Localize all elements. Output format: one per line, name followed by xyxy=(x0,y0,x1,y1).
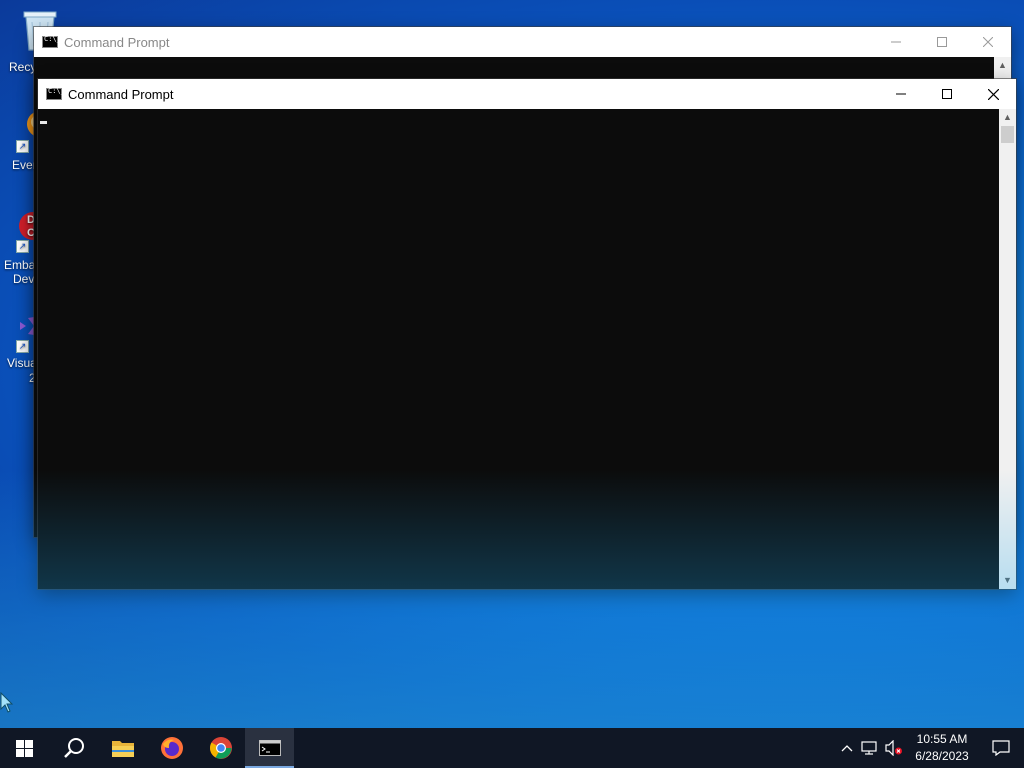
chrome-icon xyxy=(209,737,232,759)
shortcut-arrow-icon: ↗ xyxy=(16,340,29,353)
close-icon xyxy=(987,88,999,100)
windows-logo-icon xyxy=(16,739,33,757)
taskbar-command-prompt[interactable] xyxy=(245,728,294,768)
search-icon xyxy=(63,738,84,758)
firefox-icon xyxy=(160,737,183,759)
desktop-icon-label: Emba xyxy=(4,258,36,272)
system-tray: 10:55 AM 6/28/2023 xyxy=(836,728,1024,768)
title-bar[interactable]: Command Prompt xyxy=(38,79,1016,109)
minimize-icon xyxy=(891,41,901,43)
maximize-button[interactable] xyxy=(919,27,965,57)
action-center-button[interactable] xyxy=(978,740,1024,756)
clock-time: 10:55 AM xyxy=(916,732,968,746)
network-icon xyxy=(861,741,877,755)
search-button[interactable] xyxy=(49,728,98,768)
taskbar-chrome[interactable] xyxy=(196,728,245,768)
command-prompt-icon xyxy=(258,740,281,756)
taskbar-firefox[interactable] xyxy=(147,728,196,768)
desktop-icon-label: Recy xyxy=(9,60,37,74)
minimize-button[interactable] xyxy=(878,79,924,109)
network-button[interactable] xyxy=(858,740,882,756)
clock[interactable]: 10:55 AM 6/28/2023 xyxy=(906,731,978,765)
close-icon xyxy=(983,37,993,47)
shortcut-arrow-icon: ↗ xyxy=(16,140,29,153)
close-button[interactable] xyxy=(965,27,1011,57)
start-button[interactable] xyxy=(0,728,49,768)
desktop: Recy ↗ Ever D C ↗ Emba Dev ↗ Visua 2 Com… xyxy=(0,0,1024,728)
maximize-button[interactable] xyxy=(924,79,970,109)
scroll-up-arrow-icon[interactable]: ▲ xyxy=(999,109,1016,126)
desktop-icon-label: Dev xyxy=(13,272,35,286)
text-cursor xyxy=(40,121,47,124)
command-prompt-icon xyxy=(42,35,61,48)
scroll-up-arrow-icon[interactable]: ▲ xyxy=(994,57,1011,74)
desktop-icon-label: Ever xyxy=(12,158,37,172)
scrollbar-thumb[interactable] xyxy=(1001,126,1014,143)
command-prompt-icon xyxy=(46,87,65,100)
taskbar: 10:55 AM 6/28/2023 xyxy=(0,728,1024,768)
command-prompt-window-front[interactable]: Command Prompt ▲ ▼ xyxy=(38,79,1016,589)
minimize-icon xyxy=(896,93,906,95)
desktop-icon-label: Visua xyxy=(7,356,37,370)
title-bar[interactable]: Command Prompt xyxy=(34,27,1011,57)
volume-muted-icon xyxy=(885,740,902,756)
notification-icon xyxy=(992,740,1010,756)
maximize-icon xyxy=(937,37,947,47)
close-button[interactable] xyxy=(970,79,1016,109)
mouse-pointer-icon xyxy=(0,692,14,713)
scroll-down-arrow-icon[interactable]: ▼ xyxy=(999,572,1016,589)
vertical-scrollbar[interactable]: ▲ ▼ xyxy=(999,109,1016,589)
chevron-up-icon xyxy=(841,745,853,752)
volume-button[interactable] xyxy=(882,740,906,756)
maximize-icon xyxy=(942,89,952,99)
taskbar-file-explorer[interactable] xyxy=(98,728,147,768)
minimize-button[interactable] xyxy=(873,27,919,57)
console-area[interactable] xyxy=(38,109,999,589)
window-title: Command Prompt xyxy=(64,34,170,50)
shortcut-arrow-icon: ↗ xyxy=(16,240,29,253)
folder-icon xyxy=(111,741,134,757)
show-hidden-icons-button[interactable] xyxy=(836,744,858,752)
clock-date: 6/28/2023 xyxy=(915,749,969,763)
window-title: Command Prompt xyxy=(68,86,174,102)
